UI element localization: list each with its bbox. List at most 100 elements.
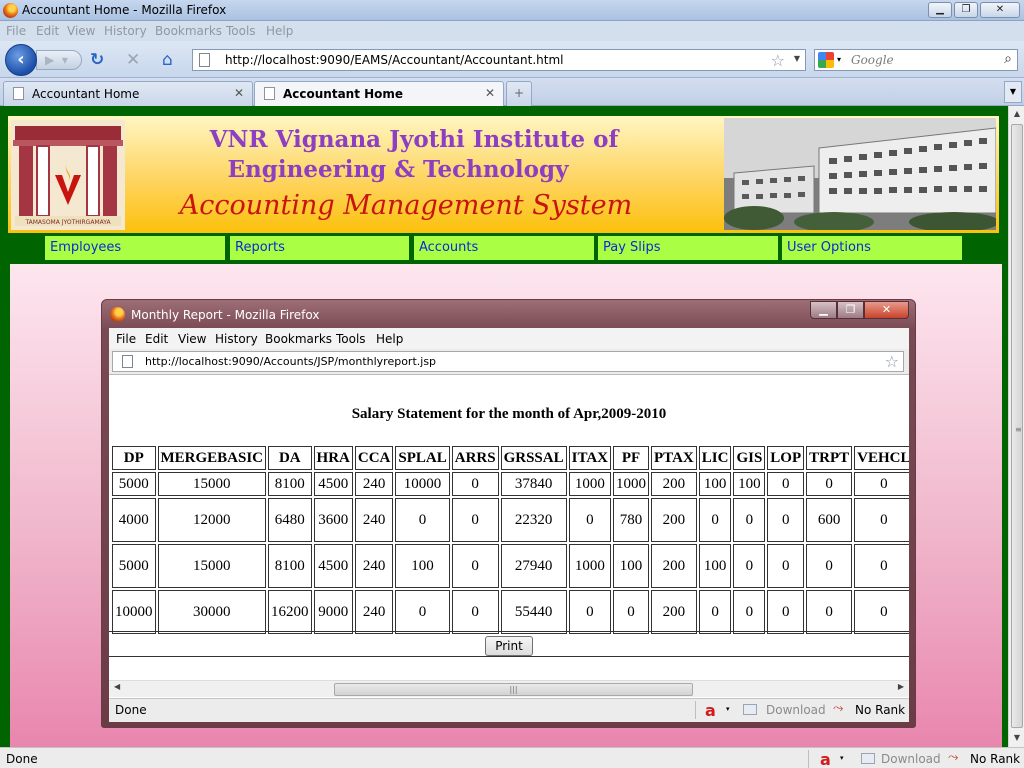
maximize-button[interactable]: ❐ [954, 2, 978, 18]
popup-url-text[interactable]: http://localhost:9090/Accounts/JSP/month… [145, 355, 436, 368]
download-icon[interactable] [861, 753, 875, 764]
tab-accountant-home-2[interactable]: Accountant Home ✕ [254, 81, 504, 107]
table-cell: 200 [651, 498, 697, 542]
page-vertical-scrollbar[interactable]: ▲ ≡ ▼ [1008, 106, 1024, 747]
table-cell: 55440 [500, 590, 567, 634]
scroll-down-icon[interactable]: ▼ [1009, 730, 1024, 746]
popup-menu-help[interactable]: Help [376, 332, 403, 346]
download-icon[interactable] [743, 704, 757, 715]
back-button[interactable]: ‹ [5, 44, 37, 76]
stop-icon[interactable]: ✕ [126, 52, 140, 69]
column-header: VEHCL [854, 446, 909, 470]
menu-help[interactable]: Help [266, 24, 293, 38]
column-header: LOP [767, 446, 805, 470]
tab-close-icon[interactable]: ✕ [234, 86, 244, 100]
nav-user-options[interactable]: User Options [782, 236, 962, 260]
column-header: SPLAL [395, 446, 450, 470]
column-header: ITAX [568, 446, 612, 470]
search-box[interactable]: ▾ Google ⌕ [814, 49, 1018, 71]
scroll-right-icon[interactable]: ▶ [898, 682, 904, 691]
nav-employees[interactable]: Employees [45, 236, 225, 260]
table-cell: 22320 [500, 498, 567, 542]
popup-menu-history[interactable]: History [215, 332, 258, 346]
tab-list-dropdown-icon[interactable]: ▼ [1004, 81, 1022, 103]
menu-edit[interactable]: Edit [36, 24, 59, 38]
table-cell: 0 [698, 590, 732, 634]
firefox-icon [110, 307, 125, 322]
tab-accountant-home-1[interactable]: Accountant Home ✕ [3, 81, 253, 106]
scroll-up-icon[interactable]: ▲ [1009, 106, 1024, 122]
popup-horizontal-scrollbar[interactable]: ◀ ||| ▶ [109, 680, 909, 697]
addon-dropdown-icon[interactable]: ▾ [726, 705, 730, 713]
status-divider [695, 701, 696, 719]
addon-a-icon[interactable]: a [705, 701, 716, 720]
table-cell: 0 [767, 544, 805, 588]
column-header: DA [268, 446, 312, 470]
menu-history[interactable]: History [104, 24, 147, 38]
scroll-thumb[interactable]: ≡ [1011, 124, 1023, 728]
new-tab-button[interactable]: + [506, 81, 532, 106]
popup-menu-tools[interactable]: Tools [336, 332, 366, 346]
search-placeholder[interactable]: Google [851, 53, 894, 67]
search-engine-dropdown-icon[interactable]: ▾ [837, 55, 841, 64]
nav-accounts[interactable]: Accounts [414, 236, 594, 260]
status-divider [808, 750, 809, 768]
popup-minimize-button[interactable]: ▁ [810, 301, 837, 319]
rank-label[interactable]: No Rank [970, 752, 1020, 766]
popup-status-text: Done [115, 703, 147, 717]
menu-tools[interactable]: Tools [226, 24, 256, 38]
site-banner: TAMASOMA JYOTHIRGAMAYA VNR Vignana Jyoth… [8, 116, 999, 233]
addon-dropdown-icon[interactable]: ▾ [840, 754, 844, 762]
popup-menu-file[interactable]: File [116, 332, 136, 346]
tab-close-icon[interactable]: ✕ [485, 86, 495, 100]
addon-a-icon[interactable]: a [820, 750, 831, 768]
bookmark-star-icon[interactable]: ☆ [885, 352, 899, 371]
table-cell: 0 [854, 498, 909, 542]
table-cell: 0 [733, 498, 766, 542]
home-icon[interactable]: ⌂ [162, 52, 173, 69]
table-cell: 0 [854, 544, 909, 588]
tab-label: Accountant Home [283, 87, 404, 101]
popup-menu-view[interactable]: View [178, 332, 206, 346]
menu-bookmarks[interactable]: Bookmarks [155, 24, 222, 38]
popup-menu-edit[interactable]: Edit [145, 332, 168, 346]
popup-close-button[interactable]: ✕ [864, 301, 909, 319]
search-icon[interactable]: ⌕ [1004, 51, 1012, 67]
table-cell: 0 [451, 498, 499, 542]
print-row: Print [109, 631, 909, 657]
report-title: Salary Statement for the month of Apr,20… [351, 406, 667, 422]
url-text[interactable]: http://localhost:9090/EAMS/Accountant/Ac… [225, 53, 563, 67]
url-dropdown-icon[interactable]: ▼ [794, 54, 800, 63]
rank-icon[interactable]: ⤳ [948, 750, 958, 765]
popup-rank-label[interactable]: No Rank [855, 703, 905, 717]
table-cell: 0 [698, 498, 732, 542]
reload-icon[interactable]: ↻ [90, 52, 104, 69]
table-cell: 0 [767, 472, 805, 496]
popup-url-bar[interactable]: http://localhost:9090/Accounts/JSP/month… [112, 351, 904, 372]
popup-download-label[interactable]: Download [766, 703, 826, 717]
scroll-left-icon[interactable]: ◀ [114, 682, 120, 691]
horizontal-scroll-thumb[interactable]: ||| [334, 683, 693, 696]
table-cell: 0 [613, 590, 650, 634]
url-bar[interactable]: http://localhost:9090/EAMS/Accountant/Ac… [192, 49, 806, 71]
table-cell: 0 [733, 590, 766, 634]
menu-file[interactable]: File [6, 24, 26, 38]
bookmark-star-icon[interactable]: ☆ [771, 51, 785, 70]
popup-menubar: File Edit View History Bookmarks Tools H… [109, 328, 909, 349]
system-name: Accounting Management System [179, 190, 633, 221]
table-cell: 100 [733, 472, 766, 496]
download-label[interactable]: Download [881, 752, 941, 766]
popup-menu-bookmarks[interactable]: Bookmarks [265, 332, 332, 346]
popup-window-controls: ▁ ❐ ✕ [810, 301, 909, 319]
popup-maximize-button[interactable]: ❐ [837, 301, 864, 319]
google-icon[interactable] [818, 52, 834, 68]
forward-button[interactable]: ▶ ▾ [36, 50, 82, 70]
popup-url-row: http://localhost:9090/Accounts/JSP/month… [109, 349, 909, 375]
nav-reports[interactable]: Reports [230, 236, 409, 260]
minimize-button[interactable]: ▁ [928, 2, 952, 18]
nav-pay-slips[interactable]: Pay Slips [598, 236, 778, 260]
print-button[interactable]: Print [485, 636, 533, 656]
menu-view[interactable]: View [67, 24, 95, 38]
close-button[interactable]: ✕ [980, 2, 1020, 18]
rank-icon[interactable]: ⤳ [833, 701, 843, 716]
